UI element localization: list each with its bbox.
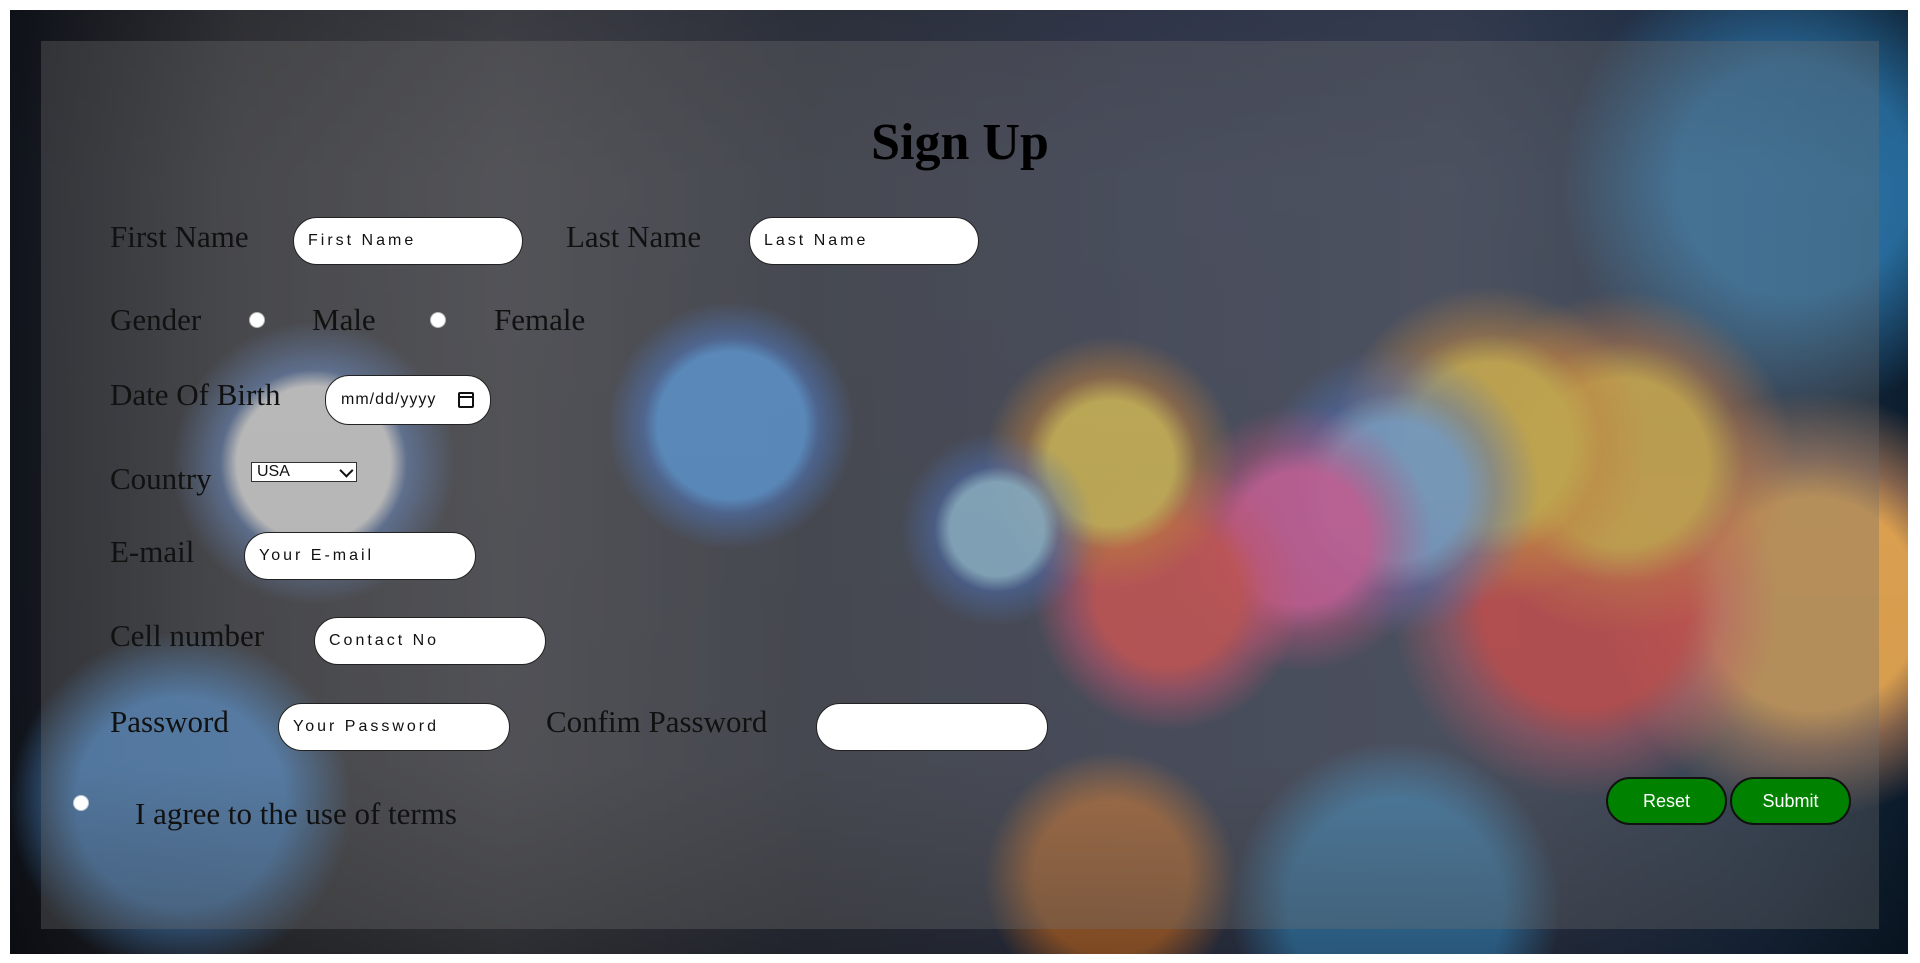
last-name-label: Last Name xyxy=(566,219,702,254)
date-of-birth-placeholder: mm/dd/yyyy xyxy=(341,391,437,408)
password-label: Password xyxy=(110,704,229,739)
email-label: E-mail xyxy=(110,534,195,569)
date-of-birth-label: Date Of Birth xyxy=(110,377,281,412)
gender-female-radio[interactable] xyxy=(431,313,445,327)
signup-background: Sign Up First Name Last Name Gender Male… xyxy=(10,10,1908,954)
reset-button[interactable]: Reset xyxy=(1606,777,1727,825)
password-input[interactable] xyxy=(278,703,510,751)
calendar-icon[interactable] xyxy=(458,392,474,408)
gender-label: Gender xyxy=(110,302,202,337)
terms-label: I agree to the use of terms xyxy=(135,796,457,831)
confirm-password-input[interactable] xyxy=(816,703,1048,751)
gender-male-label: Male xyxy=(312,302,376,337)
page-title: Sign Up xyxy=(871,114,1049,171)
gender-female-label: Female xyxy=(494,302,586,337)
terms-radio[interactable] xyxy=(74,796,88,810)
chevron-down-icon xyxy=(339,463,354,478)
email-input[interactable] xyxy=(244,532,476,580)
submit-button[interactable]: Submit xyxy=(1730,777,1851,825)
country-selected-value: USA xyxy=(257,463,290,480)
cell-number-label: Cell number xyxy=(110,618,265,653)
date-of-birth-input[interactable]: mm/dd/yyyy xyxy=(325,375,491,425)
country-select[interactable]: USA xyxy=(251,462,357,482)
last-name-input[interactable] xyxy=(749,217,979,265)
gender-male-radio[interactable] xyxy=(250,313,264,327)
confirm-password-label: Confim Password xyxy=(546,704,768,739)
first-name-input[interactable] xyxy=(293,217,523,265)
signup-panel: Sign Up First Name Last Name Gender Male… xyxy=(41,41,1879,929)
cell-number-input[interactable] xyxy=(314,617,546,665)
first-name-label: First Name xyxy=(110,219,249,254)
country-label: Country xyxy=(110,461,212,496)
